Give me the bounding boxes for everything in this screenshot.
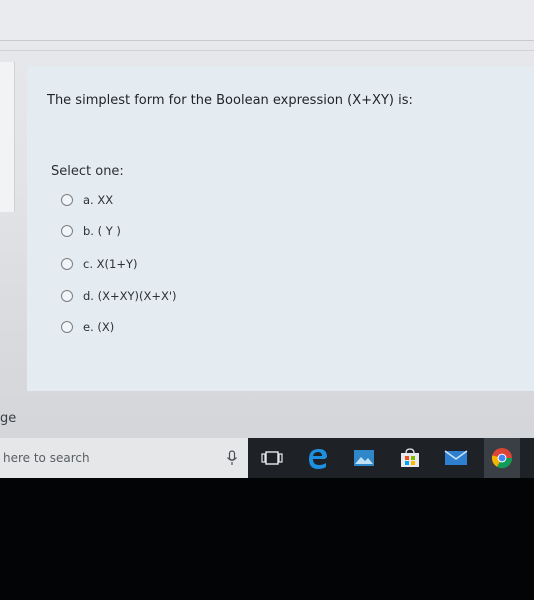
side-label: ge <box>0 411 17 426</box>
option-d[interactable]: d. (X+XY)(X+X') <box>61 289 177 303</box>
radio-button[interactable] <box>61 225 73 237</box>
monitor-bezel <box>0 478 534 600</box>
radio-button[interactable] <box>61 258 73 270</box>
question-text: The simplest form for the Boolean expres… <box>47 93 413 108</box>
edge-icon[interactable] <box>300 438 336 478</box>
radio-button[interactable] <box>61 290 73 302</box>
radio-button[interactable] <box>61 194 73 206</box>
option-e[interactable]: e. (X) <box>61 320 114 334</box>
search-placeholder: here to search <box>3 451 90 465</box>
left-panel <box>0 62 15 212</box>
option-label: a. XX <box>83 193 114 207</box>
option-label: b. ( Y ) <box>83 224 121 238</box>
mail-icon[interactable] <box>438 438 474 478</box>
option-b[interactable]: b. ( Y ) <box>61 224 121 238</box>
chrome-icon[interactable] <box>484 438 520 478</box>
select-one-label: Select one: <box>51 164 124 179</box>
top-strip <box>0 0 534 41</box>
browser-viewport: The simplest form for the Boolean expres… <box>0 0 534 478</box>
option-label: d. (X+XY)(X+X') <box>83 289 177 303</box>
task-view-icon[interactable] <box>254 438 290 478</box>
radio-button[interactable] <box>61 321 73 333</box>
store-icon[interactable] <box>392 438 428 478</box>
option-c[interactable]: c. X(1+Y) <box>61 257 137 271</box>
option-label: e. (X) <box>83 320 115 334</box>
microphone-icon[interactable] <box>226 450 238 466</box>
taskbar: here to search <box>0 438 534 478</box>
option-a[interactable]: a. XX <box>61 193 113 207</box>
question-card: The simplest form for the Boolean expres… <box>27 66 534 391</box>
photos-icon[interactable] <box>346 438 382 478</box>
option-label: c. X(1+Y) <box>83 257 138 271</box>
divider <box>0 50 534 51</box>
taskbar-search-box[interactable]: here to search <box>0 438 248 478</box>
